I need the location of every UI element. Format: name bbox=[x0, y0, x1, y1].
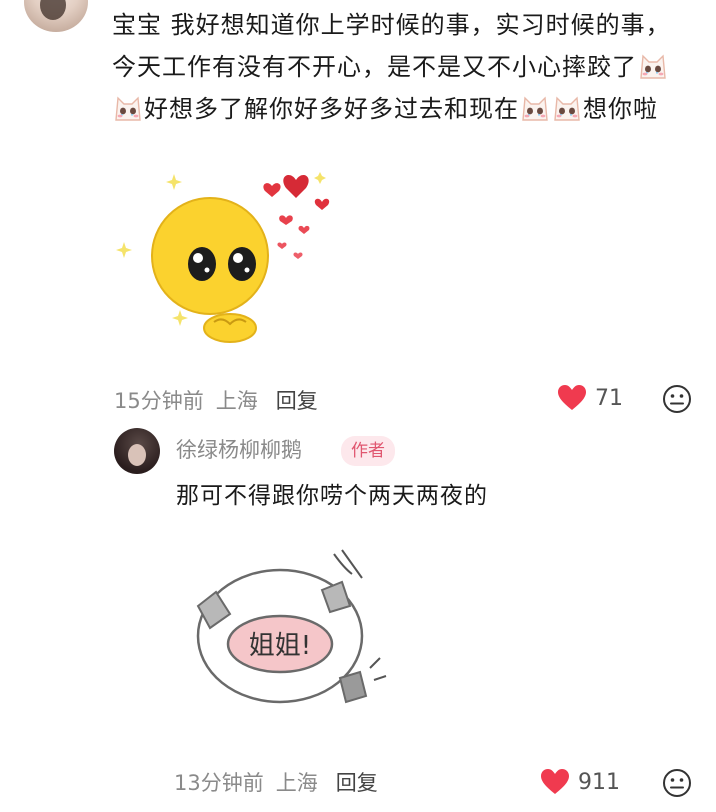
reply-button[interactable]: 回复 bbox=[276, 389, 318, 413]
main-comment-like-button[interactable]: 71 bbox=[557, 384, 623, 412]
reply-comment-location: 上海 bbox=[275, 771, 318, 795]
author-avatar[interactable] bbox=[114, 428, 160, 474]
main-comment-line-3a: 好想多了解你好多好多过去和现在 bbox=[144, 95, 519, 123]
reply-comment-reply-button[interactable]: 回复 bbox=[336, 771, 378, 795]
commenter-avatar[interactable] bbox=[24, 0, 88, 32]
neutral-face-icon[interactable] bbox=[662, 768, 692, 798]
main-comment-text: 宝宝 我好想知道你上学时候的事，实习时候的事， 今天工作有没有不开心，是不是又不… bbox=[112, 4, 708, 130]
main-comment-line-2: 今天工作有没有不开心，是不是又不小心摔跤了 bbox=[112, 46, 708, 88]
main-comment-location: 上海 bbox=[215, 389, 258, 413]
crying-cat-emoji-icon bbox=[640, 54, 666, 79]
author-badge: 作者 bbox=[341, 436, 395, 466]
chick-hearts-sticker[interactable] bbox=[110, 158, 342, 366]
reply-comment-meta: 13分钟前 上海 回复 bbox=[174, 767, 378, 797]
main-comment-line-3: 好想多了解你好多好多过去和现在 想你啦 bbox=[112, 88, 708, 130]
crying-cat-emoji-icon bbox=[115, 96, 141, 121]
reply-comment-like-count: 911 bbox=[578, 769, 620, 795]
main-comment-line-2-text: 今天工作有没有不开心，是不是又不小心摔跤了 bbox=[112, 53, 637, 81]
heart-icon bbox=[541, 769, 569, 794]
reply-comment-time: 13分钟前 bbox=[174, 771, 264, 795]
pig-sticker-text: 姐姐! bbox=[249, 631, 311, 661]
author-name[interactable]: 徐绿杨柳柳鹅 bbox=[176, 434, 302, 464]
heart-icon bbox=[558, 385, 586, 410]
main-comment-line-3b: 想你啦 bbox=[583, 95, 658, 123]
main-comment-meta: 15分钟前 上海 回复 bbox=[114, 385, 318, 415]
crying-cat-emoji-icon bbox=[522, 96, 548, 121]
comment-thread: 宝宝 我好想知道你上学时候的事，实习时候的事， 今天工作有没有不开心，是不是又不… bbox=[0, 0, 716, 812]
reply-comment-like-button[interactable]: 911 bbox=[540, 768, 620, 796]
main-comment-line-1: 宝宝 我好想知道你上学时候的事，实习时候的事， bbox=[112, 11, 671, 39]
pig-jiejie-sticker[interactable]: 姐姐! bbox=[184, 548, 390, 716]
main-comment-like-count: 71 bbox=[595, 385, 623, 411]
reply-comment-text: 那可不得跟你唠个两天两夜的 bbox=[176, 483, 488, 509]
neutral-face-icon[interactable] bbox=[662, 384, 692, 414]
crying-cat-emoji-icon bbox=[554, 96, 580, 121]
main-comment-time: 15分钟前 bbox=[114, 389, 204, 413]
